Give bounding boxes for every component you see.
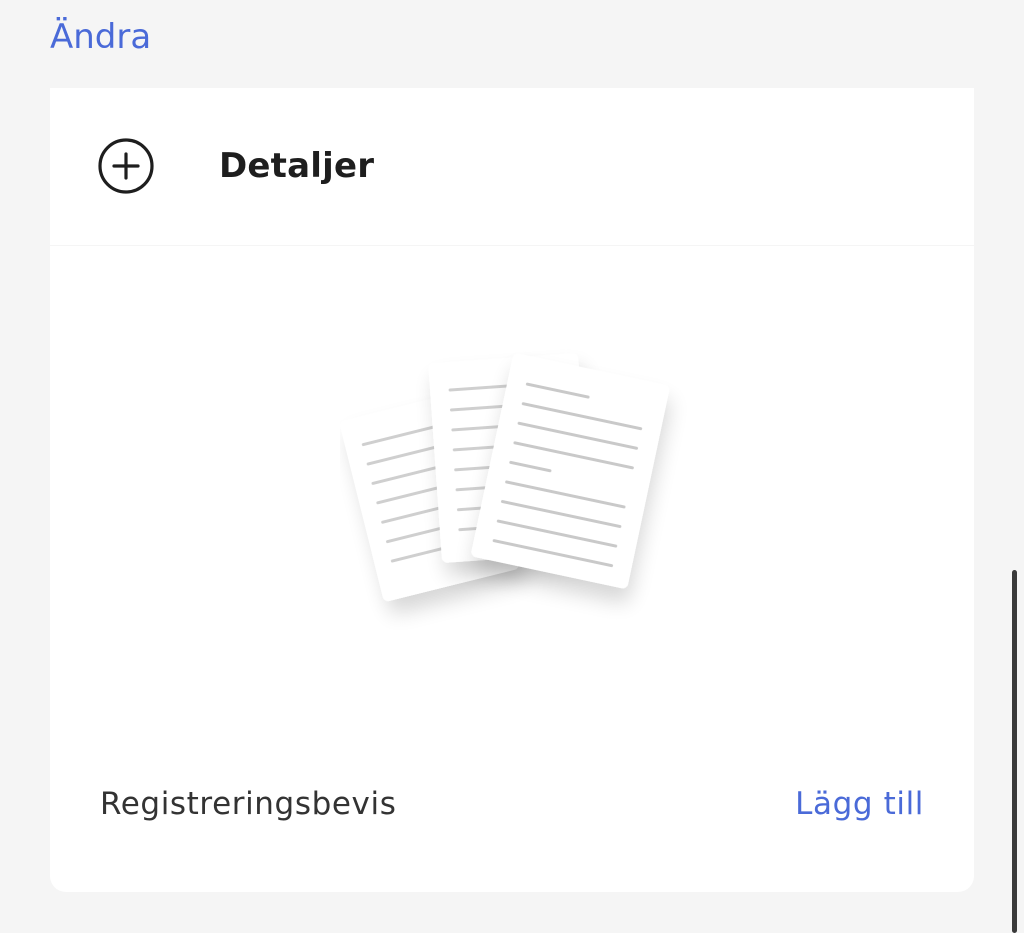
- details-label[interactable]: Detaljer: [219, 143, 374, 189]
- plus-circle-icon[interactable]: [96, 137, 156, 197]
- scrollbar[interactable]: [1012, 570, 1017, 933]
- details-card[interactable]: [50, 88, 974, 245]
- document-title: Registreringsbevis: [100, 786, 397, 822]
- documents-stack-icon: [340, 353, 670, 601]
- page: Ändra Detaljer Registreringsbevis Lägg t…: [0, 0, 1024, 933]
- add-document-button[interactable]: Lägg till: [795, 782, 924, 826]
- edit-link[interactable]: Ändra: [50, 14, 151, 60]
